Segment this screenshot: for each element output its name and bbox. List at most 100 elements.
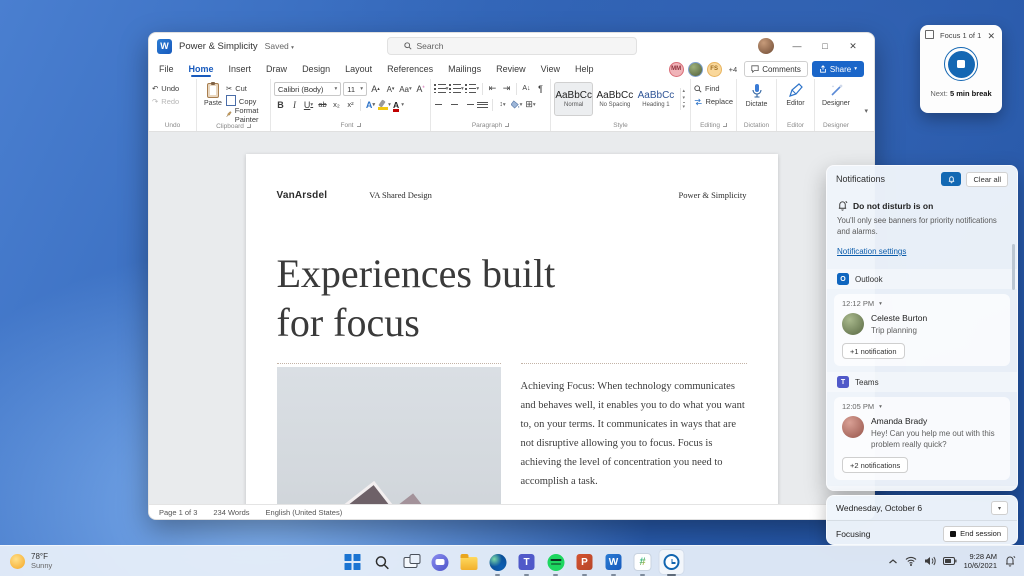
cut-button[interactable]: ✂ Cut	[226, 82, 267, 95]
editor-button[interactable]: Editor	[780, 82, 811, 108]
replace-button[interactable]: Replace	[694, 95, 733, 108]
group-header-outlook[interactable]: O Outlook	[827, 269, 1017, 289]
chat-button[interactable]	[428, 550, 452, 574]
document-page[interactable]: VanArsdel VA Shared Design Power & Simpl…	[245, 154, 778, 504]
notification-settings-link[interactable]: Notification settings	[837, 247, 906, 256]
clear-formatting-button[interactable]: A *	[414, 83, 427, 96]
bold-button[interactable]: B	[274, 98, 287, 111]
word-count[interactable]: 234 Words	[213, 508, 249, 517]
borders-button[interactable]: ⊞ ▾	[524, 98, 537, 111]
subscript-button[interactable]: x₂	[330, 98, 343, 111]
collaborator-avatar[interactable]	[687, 61, 703, 77]
shading-button[interactable]: ▾	[510, 98, 523, 111]
volume-icon[interactable]	[924, 556, 936, 566]
powerpoint-button[interactable]: P	[573, 550, 597, 574]
document-image[interactable]	[276, 367, 501, 504]
share-button[interactable]: Share ▾	[811, 61, 864, 77]
tab-insert[interactable]: Insert	[229, 61, 252, 77]
tab-draw[interactable]: Draw	[266, 61, 287, 77]
align-left-button[interactable]	[434, 98, 447, 111]
language-indicator[interactable]: English (United States)	[266, 508, 343, 517]
stop-focus-button[interactable]	[944, 47, 978, 81]
teams-notification-card[interactable]: 12:05 PM ▾ Amanda Brady Hey! Can you help…	[834, 397, 1010, 480]
shrink-font-button[interactable]: A ▾	[384, 83, 397, 96]
comments-button[interactable]: Comments	[744, 61, 808, 77]
close-icon[interactable]: ✕	[987, 31, 995, 40]
style-normal[interactable]: AaBbCc Normal	[554, 82, 594, 116]
more-notifications-chip[interactable]: +2 notifications	[842, 457, 909, 473]
word-button[interactable]: W	[602, 550, 626, 574]
tab-file[interactable]: File	[159, 61, 174, 77]
tab-mailings[interactable]: Mailings	[448, 61, 481, 77]
document-canvas[interactable]: VanArsdel VA Shared Design Power & Simpl…	[149, 132, 874, 504]
dialog-launcher-icon[interactable]	[722, 123, 727, 127]
line-spacing-button[interactable]: ↕ ▾	[496, 98, 509, 111]
edge-button[interactable]	[486, 550, 510, 574]
dialog-launcher-icon[interactable]	[246, 124, 251, 128]
style-gallery-arrows[interactable]: ▴ ▾ ▾	[679, 88, 688, 110]
tab-layout[interactable]: Layout	[345, 61, 372, 77]
increase-indent-button[interactable]: ⇥	[500, 82, 513, 95]
teams-button[interactable]	[515, 550, 539, 574]
date-row[interactable]: Wednesday, October 6 ▾	[827, 496, 1017, 521]
outlook-notification-card[interactable]: 12:12 PM ▾ Celeste Burton Trip planning +…	[834, 294, 1010, 366]
end-session-button[interactable]: End session	[943, 525, 1008, 542]
collapse-ribbon-icon[interactable]: ▾	[864, 107, 868, 115]
collaborators-more[interactable]: +4	[729, 65, 738, 74]
redo-button[interactable]: ↷ Redo	[152, 95, 193, 108]
find-button[interactable]: Find	[694, 82, 733, 95]
show-formatting-button[interactable]: ¶	[534, 82, 547, 95]
wifi-icon[interactable]	[905, 556, 917, 566]
align-right-button[interactable]	[462, 98, 475, 111]
dialog-launcher-icon[interactable]	[356, 123, 361, 127]
justify-button[interactable]	[476, 98, 489, 111]
chevron-down-icon[interactable]: ▾	[879, 404, 882, 410]
tray-clock[interactable]: 9:28 AM 10/6/2021	[964, 552, 997, 570]
designer-button[interactable]: Designer	[818, 82, 854, 108]
save-status[interactable]: Saved ▾	[265, 41, 294, 51]
tab-design[interactable]: Design	[302, 61, 330, 77]
restore-icon[interactable]	[925, 30, 934, 39]
dictate-button[interactable]: Dictate	[740, 82, 773, 109]
font-color-button[interactable]: A ▾	[392, 98, 405, 112]
slack-button[interactable]	[631, 550, 655, 574]
file-explorer-button[interactable]	[457, 550, 481, 574]
bullets-button[interactable]: ▾	[434, 82, 448, 95]
underline-button[interactable]: U ▾	[302, 98, 315, 111]
tab-references[interactable]: References	[387, 61, 433, 77]
grow-font-button[interactable]: A ▴	[369, 83, 382, 96]
decrease-indent-button[interactable]: ⇤	[486, 82, 499, 95]
chevron-down-icon[interactable]: ▾	[879, 301, 882, 307]
notification-dnd-tray-icon[interactable]	[1004, 555, 1016, 567]
change-case-button[interactable]: Aa ▾	[399, 83, 412, 96]
highlight-color-button[interactable]: ▾	[378, 98, 391, 111]
multilevel-list-button[interactable]: ▾	[464, 82, 479, 95]
sort-button[interactable]: A↓	[520, 82, 533, 95]
numbering-button[interactable]: ▾	[449, 82, 464, 95]
taskbar-search-button[interactable]	[370, 550, 394, 574]
superscript-button[interactable]: x²	[344, 98, 357, 111]
collaborator-badge-fs[interactable]: FS	[706, 61, 722, 77]
tab-help[interactable]: Help	[575, 61, 594, 77]
start-button[interactable]	[341, 550, 365, 574]
more-notifications-chip[interactable]: +1 notification	[842, 343, 905, 359]
chevron-up-icon[interactable]	[888, 558, 898, 565]
minimize-button[interactable]: —	[784, 36, 810, 56]
strikethrough-button[interactable]: ab	[316, 98, 329, 111]
collaborator-badge-mm[interactable]: MM	[668, 61, 684, 77]
group-header-calendar[interactable]: ▦ Calendar	[827, 486, 1017, 490]
align-center-button[interactable]	[448, 98, 461, 111]
dialog-launcher-icon[interactable]	[505, 123, 510, 127]
tab-view[interactable]: View	[541, 61, 560, 77]
clock-app-button[interactable]	[659, 550, 684, 574]
clear-all-button[interactable]: Clear all	[966, 171, 1008, 187]
task-view-button[interactable]	[399, 550, 423, 574]
battery-icon[interactable]	[942, 557, 957, 565]
undo-button[interactable]: ↶ Undo	[152, 82, 193, 95]
italic-button[interactable]: I	[288, 98, 301, 111]
group-header-teams[interactable]: T Teams	[827, 372, 1017, 392]
user-avatar[interactable]	[758, 38, 774, 54]
font-name-select[interactable]: Calibri (Body) ▾	[274, 82, 342, 96]
dnd-toggle-button[interactable]	[941, 172, 962, 186]
style-heading1[interactable]: AaBbCc Heading 1	[636, 82, 675, 116]
